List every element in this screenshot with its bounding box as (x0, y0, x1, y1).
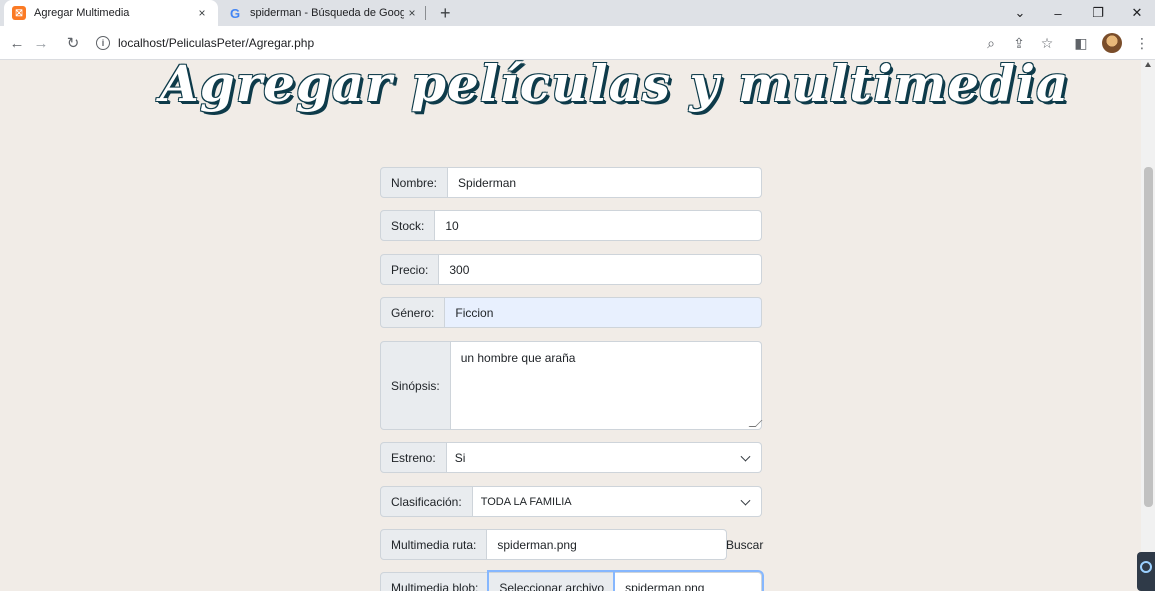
nombre-input[interactable]: Spiderman (448, 167, 762, 198)
tab-close-icon[interactable]: × (194, 6, 210, 20)
tab-google-search[interactable]: G spiderman - Búsqueda de Google × (222, 0, 428, 26)
nombre-label: Nombre: (380, 167, 449, 198)
blob-file-name: spiderman.png (615, 572, 762, 591)
share-icon[interactable]: ⇪ (1010, 34, 1028, 52)
estreno-label: Estreno: (380, 442, 447, 473)
chevron-down-icon (740, 451, 751, 462)
side-widget[interactable] (1137, 552, 1155, 591)
clasificacion-selected-value: TODA LA FAMILIA (480, 495, 572, 508)
scrollbar-thumb[interactable] (1144, 167, 1153, 507)
stock-label: Stock: (380, 210, 436, 241)
tab-agregar-multimedia[interactable]: ⛝ Agregar Multimedia × (4, 0, 218, 26)
bookmark-star-icon[interactable]: ☆ (1038, 34, 1056, 52)
scroll-up-arrow-icon[interactable] (1145, 62, 1151, 67)
clasificacion-select[interactable]: TODA LA FAMILIA (472, 486, 762, 517)
ruta-input[interactable]: spiderman.png (487, 529, 727, 560)
sinopsis-textarea[interactable]: un hombre que araña (450, 341, 763, 430)
ruta-label: Multimedia ruta: (380, 529, 488, 560)
site-info-icon[interactable]: i (96, 36, 110, 50)
menu-dots-icon[interactable]: ⋮ (1133, 34, 1151, 52)
genero-input[interactable]: Ficcion (445, 297, 762, 328)
chevron-down-icon (740, 495, 751, 506)
precio-group: Precio: 300 (380, 254, 762, 285)
reload-icon[interactable]: ↻ (62, 32, 84, 54)
tab-search-icon[interactable]: ⌄ (1002, 0, 1038, 26)
blob-group: Multimedia blob: Seleccionar archivo spi… (380, 572, 762, 591)
xampp-favicon-icon: ⛝ (12, 6, 26, 20)
genero-group: Género: Ficcion (380, 297, 762, 328)
new-tab-button[interactable]: + (440, 3, 451, 23)
precio-input[interactable]: 300 (439, 254, 762, 285)
clasificacion-group: Clasificación: TODA LA FAMILIA (380, 486, 762, 517)
tab-title: Agregar Multimedia (34, 7, 130, 19)
zoom-icon[interactable]: ⌕ (982, 34, 1000, 52)
estreno-selected-value: Si (454, 450, 466, 465)
blob-label: Multimedia blob: (380, 572, 490, 591)
google-favicon-icon: G (229, 5, 241, 21)
forward-icon[interactable]: → (30, 32, 52, 54)
side-panel-icon[interactable]: ◧ (1072, 34, 1090, 52)
genero-label: Género: (380, 297, 446, 328)
sinopsis-group: Sinópsis: un hombre que araña (380, 341, 763, 430)
stock-input[interactable]: 10 (435, 210, 762, 241)
url-text: localhost/PeliculasPeter/Agregar.php (118, 36, 315, 50)
stock-group: Stock: 10 (380, 210, 762, 241)
tab-close-icon[interactable]: × (404, 6, 420, 20)
sinopsis-label: Sinópsis: (380, 341, 451, 430)
widget-icon (1140, 561, 1152, 573)
estreno-group: Estreno: Si (380, 442, 762, 473)
back-icon[interactable]: ← (6, 32, 28, 54)
ruta-group: Multimedia ruta: spiderman.png (380, 529, 727, 560)
profile-avatar[interactable] (1102, 33, 1122, 53)
clasificacion-label: Clasificación: (380, 486, 473, 517)
restore-icon[interactable]: ❐ (1080, 0, 1116, 26)
sinopsis-text: un hombre que araña (460, 351, 576, 365)
close-window-icon[interactable]: ✕ (1119, 0, 1155, 26)
choose-file-button[interactable]: Seleccionar archivo (489, 572, 616, 591)
tab-strip: ⛝ Agregar Multimedia × G spiderman - Bús… (0, 0, 1155, 26)
buscar-button[interactable]: Buscar (726, 538, 763, 552)
page-title: Agregar películas y multimedia (160, 54, 1070, 113)
address-bar[interactable]: i localhost/PeliculasPeter/Agregar.php (96, 32, 962, 54)
precio-label: Precio: (380, 254, 440, 285)
minimize-icon[interactable]: – (1040, 0, 1076, 26)
tab-title: spiderman - Búsqueda de Google (250, 7, 404, 19)
estreno-select[interactable]: Si (446, 442, 762, 473)
resize-handle-icon[interactable] (748, 420, 763, 427)
nombre-group: Nombre: Spiderman (380, 167, 762, 198)
tab-separator (425, 6, 426, 20)
